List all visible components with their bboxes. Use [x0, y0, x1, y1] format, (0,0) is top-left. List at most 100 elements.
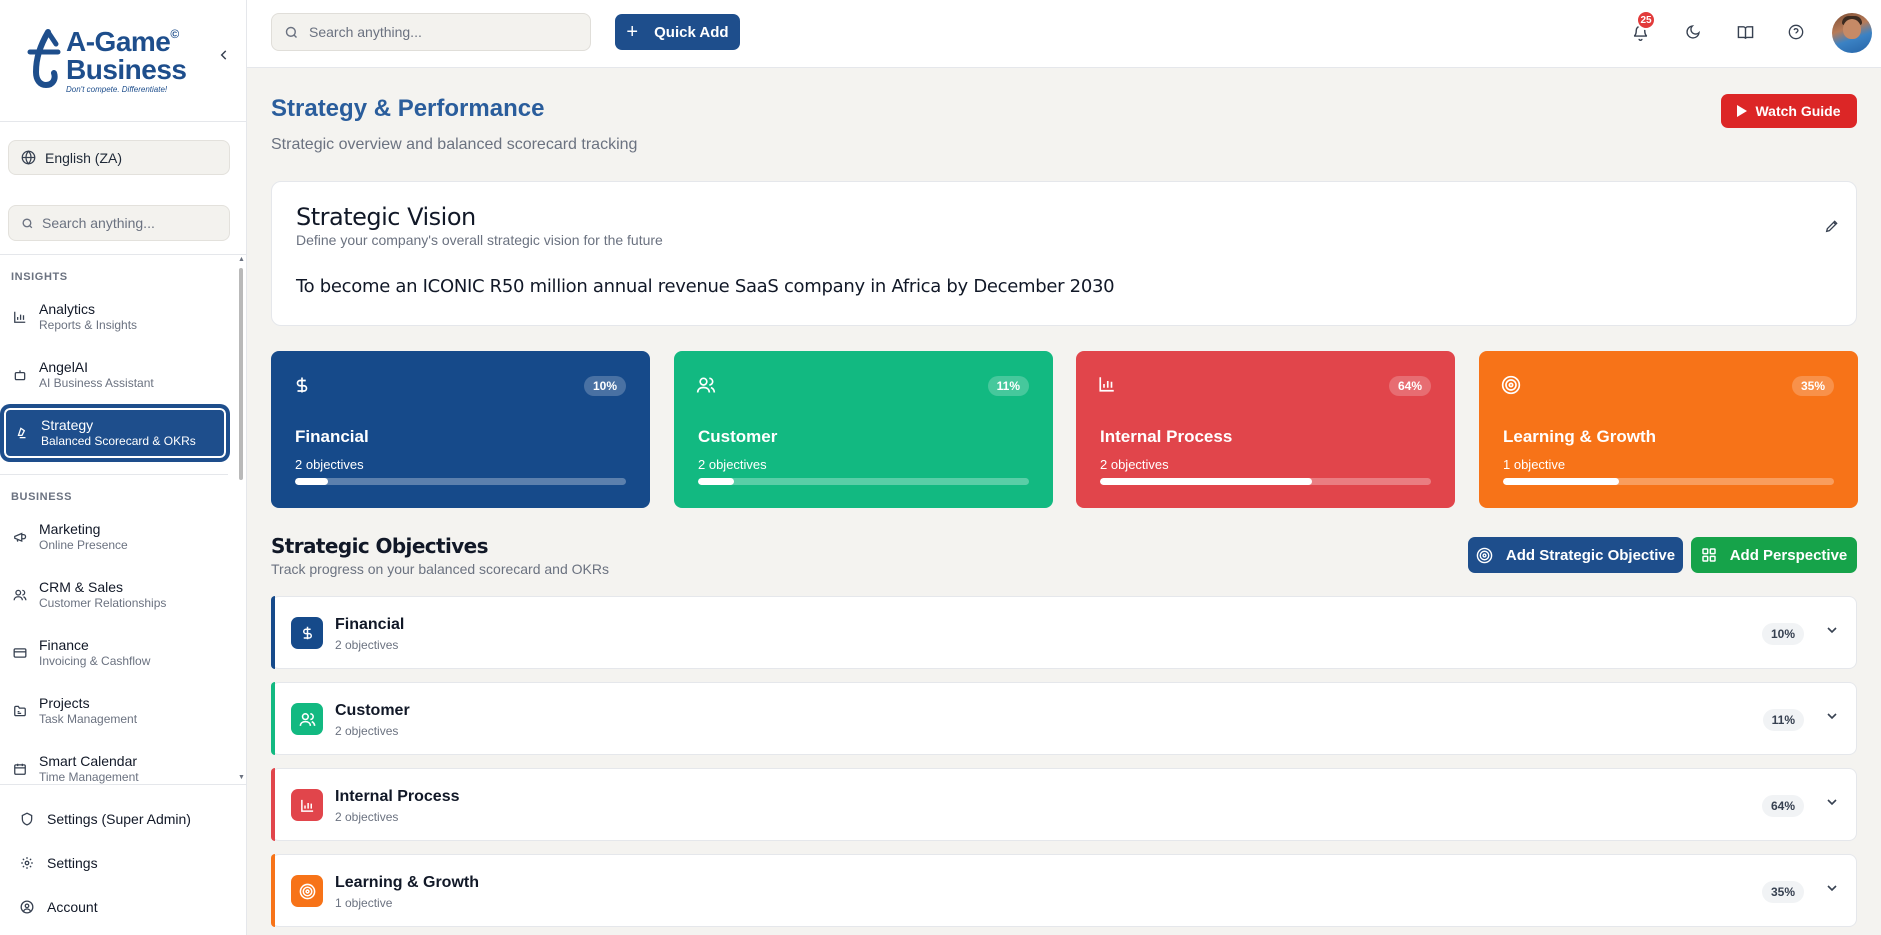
sidebar-item-strategy[interactable]: Strategy Balanced Scorecard & OKRs — [2, 406, 228, 460]
perspective-name: Financial — [295, 427, 369, 446]
perspective-card-customer[interactable]: 11% Customer 2 objectives — [674, 351, 1053, 508]
add-strategic-objective-button[interactable]: Add Strategic Objective — [1468, 537, 1683, 573]
page-title: Strategy & Performance — [271, 95, 545, 122]
top-search — [271, 13, 591, 51]
objective-row-learning-growth[interactable]: Learning & Growth 1 objective 35% — [271, 854, 1857, 927]
bar-chart-icon — [12, 309, 28, 325]
objective-row-customer[interactable]: Customer 2 objectives 11% — [271, 682, 1857, 755]
play-icon — [1737, 105, 1748, 117]
gear-icon — [21, 857, 33, 869]
divider — [0, 474, 228, 475]
sidebar-search-input[interactable] — [42, 215, 222, 231]
sidebar-item-analytics[interactable]: Analytics Reports & Insights — [2, 290, 228, 344]
dollar-icon — [296, 377, 308, 393]
sidebar-item-label: Smart Calendar — [39, 752, 138, 769]
settings-super-admin-link[interactable]: Settings (Super Admin) — [20, 811, 191, 827]
sidebar-item-sublabel: AI Business Assistant — [39, 375, 154, 390]
sidebar-item-smart-calendar[interactable]: Smart Calendar Time Management — [2, 742, 228, 784]
top-search-input[interactable] — [309, 24, 579, 40]
sidebar-item-sublabel: Balanced Scorecard & OKRs — [41, 433, 196, 448]
settings-link[interactable]: Settings — [20, 855, 98, 871]
megaphone-icon — [12, 529, 28, 545]
quick-add-label: Quick Add — [654, 23, 729, 41]
sidebar-item-marketing[interactable]: Marketing Online Presence — [2, 510, 228, 564]
dollar-icon — [302, 626, 312, 640]
watch-guide-button[interactable]: Watch Guide — [1721, 94, 1857, 128]
perspective-progress-bar — [698, 478, 1029, 485]
strategic-vision-card: Strategic Vision Define your company's o… — [271, 181, 1857, 326]
row-accent — [271, 854, 275, 927]
sidebar-item-label: AngelAI — [39, 358, 89, 375]
row-accent — [271, 596, 275, 669]
scroll-up-icon[interactable]: ▲ — [238, 256, 245, 263]
chevron-left-icon — [220, 50, 227, 60]
target-icon — [1501, 375, 1521, 395]
edit-vision-button[interactable] — [1824, 218, 1840, 239]
pencil-icon — [1825, 220, 1838, 233]
docs-button[interactable] — [1733, 20, 1757, 44]
collapse-sidebar-button[interactable] — [214, 48, 234, 68]
brand-logo[interactable]: A-Game© Business Don't compete. Differen… — [26, 28, 187, 94]
help-button[interactable] — [1784, 20, 1808, 44]
row-percent-badge: 10% — [1761, 623, 1804, 645]
perspective-name: Learning & Growth — [1503, 427, 1656, 446]
sidebar-item-projects[interactable]: Projects Task Management — [2, 684, 228, 738]
help-icon — [1788, 24, 1804, 40]
bottom-item-label: Account — [47, 899, 98, 915]
brand-line1: A-Game — [66, 26, 171, 57]
scroll-down-icon[interactable]: ▼ — [238, 774, 245, 781]
perspective-objectives-count: 2 objectives — [295, 457, 364, 472]
bot-icon — [12, 367, 28, 383]
quick-add-button[interactable]: + Quick Add — [615, 14, 740, 50]
perspective-card-internal-process[interactable]: 64% Internal Process 2 objectives — [1076, 351, 1455, 508]
target-icon — [299, 883, 315, 899]
row-name: Internal Process — [335, 788, 460, 805]
sidebar-item-label: Finance — [39, 636, 89, 653]
divider — [0, 254, 246, 255]
sidebar-item-crm-sales[interactable]: CRM & Sales Customer Relationships — [2, 568, 228, 622]
sidebar-search — [8, 205, 230, 241]
row-icon — [291, 617, 323, 649]
sidebar-item-label: Strategy — [41, 416, 94, 433]
sidebar-bottom: Settings (Super Admin) Settings Account — [0, 784, 246, 915]
chevron-down-icon[interactable] — [1824, 794, 1840, 810]
row-name: Financial — [335, 616, 405, 633]
scroll-thumb[interactable] — [239, 268, 243, 480]
sidebar-item-finance[interactable]: Finance Invoicing & Cashflow — [2, 626, 228, 680]
user-circle-icon — [20, 900, 34, 914]
chevron-down-icon[interactable] — [1824, 708, 1840, 724]
row-icon — [291, 875, 323, 907]
theme-toggle-button[interactable] — [1681, 20, 1705, 44]
objective-row-financial[interactable]: Financial 2 objectives 10% — [271, 596, 1857, 669]
avatar[interactable] — [1832, 13, 1872, 53]
perspective-percent-badge: 64% — [1388, 376, 1431, 396]
sidebar-item-angelai[interactable]: AngelAI AI Business Assistant — [2, 348, 228, 402]
sidebar-nav: INSIGHTS Analytics Reports & Insights Ang… — [0, 256, 240, 784]
sidebar: A-Game© Business Don't compete. Differen… — [0, 0, 247, 935]
notification-badge: 25 — [1636, 10, 1656, 30]
row-name: Learning & Growth — [335, 874, 479, 891]
perspective-card-financial[interactable]: 10% Financial 2 objectives — [271, 351, 650, 508]
users-icon — [299, 712, 315, 726]
watch-guide-label: Watch Guide — [1755, 103, 1841, 119]
shield-icon — [21, 812, 33, 826]
sidebar-scrollbar[interactable]: ▲ ▼ — [238, 256, 245, 784]
perspective-progress-fill — [295, 478, 329, 485]
brand-copyright: © — [170, 27, 179, 41]
chevron-down-icon[interactable] — [1824, 622, 1840, 638]
sidebar-item-label: CRM & Sales — [39, 578, 124, 595]
objective-row-internal-process[interactable]: Internal Process 2 objectives 64% — [271, 768, 1857, 841]
vision-text: To become an ICONIC R50 million annual r… — [296, 276, 1115, 297]
credit-card-icon — [12, 645, 28, 661]
account-link[interactable]: Account — [20, 899, 98, 915]
chevron-down-icon[interactable] — [1824, 880, 1840, 896]
language-selector[interactable]: English (ZA) — [8, 140, 230, 175]
perspective-card-learning-growth[interactable]: 35% Learning & Growth 1 objective — [1479, 351, 1858, 508]
add-perspective-button[interactable]: Add Perspective — [1691, 537, 1857, 573]
bottom-item-label: Settings — [47, 855, 98, 871]
brand-line2: Business — [66, 54, 187, 85]
perspective-objectives-count: 2 objectives — [1100, 457, 1169, 472]
sidebar-item-sublabel: Online Presence — [39, 537, 128, 552]
row-accent — [271, 682, 275, 755]
row-percent-badge: 64% — [1761, 795, 1804, 817]
